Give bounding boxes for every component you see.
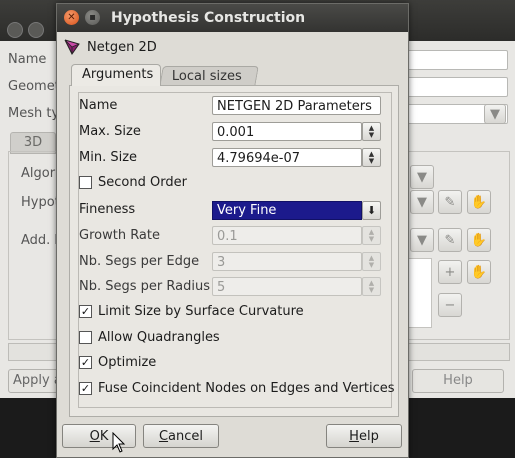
ok-label: K	[99, 429, 109, 444]
parent-mesh-type-dropdown-icon[interactable]: ▼	[484, 104, 506, 124]
growth-rate-label: Growth Rate	[79, 228, 160, 243]
second-order-label: Second Order	[98, 175, 187, 190]
parent-label-geometry: Geomet	[8, 79, 60, 94]
cancel-label: ancel	[168, 429, 204, 444]
parent-new-hypothesis-icon[interactable]: ✋	[467, 190, 491, 214]
name-input[interactable]: NETGEN 2D Parameters	[212, 96, 381, 115]
close-icon[interactable]: ✕	[64, 10, 79, 25]
dialog-titlebar: ✕ ▪ Hypothesis Construction	[57, 4, 408, 32]
tab-arguments[interactable]: Arguments	[71, 64, 161, 86]
min-size-label: Min. Size	[79, 150, 138, 165]
parent-close-icon[interactable]	[7, 22, 23, 38]
parent-geometry-field[interactable]	[400, 77, 508, 97]
parent-new-add-icon[interactable]: ✋	[467, 228, 491, 252]
parent-label-hypothesis: Hypot	[21, 195, 60, 210]
optimize-checkbox[interactable]: ✓ Optimize	[79, 355, 156, 370]
tab-local-sizes-label: Local sizes	[171, 69, 242, 84]
parent-plus-icon[interactable]: +	[438, 260, 462, 284]
dialog-title: Hypothesis Construction	[111, 10, 306, 26]
ok-mnemonic: O	[89, 429, 100, 444]
growth-rate-input[interactable]: 0.1	[212, 226, 362, 245]
parent-label-mesh-type: Mesh ty	[8, 106, 60, 121]
cancel-mnemonic: C	[158, 429, 169, 444]
segs-per-radius-spin-icon[interactable]: ▲ ▼	[362, 277, 381, 296]
fineness-select[interactable]: Very Fine	[212, 201, 362, 220]
fineness-label: Fineness	[79, 202, 136, 217]
allow-quadrangles-box[interactable]	[79, 331, 92, 344]
fuse-nodes-box[interactable]: ✓	[79, 382, 92, 395]
parent-name-field[interactable]	[400, 50, 508, 70]
parent-add-dropdown-icon[interactable]: ▼	[410, 228, 434, 252]
parent-edit-hypothesis-icon[interactable]: ✎	[438, 190, 462, 214]
hypothesis-dialog: ✕ ▪ Hypothesis Construction Netgen 2D Ar…	[56, 3, 409, 458]
segs-per-radius-input[interactable]: 5	[212, 277, 362, 296]
parent-help-button[interactable]: Help	[412, 369, 504, 393]
algorithm-header: Netgen 2D	[63, 38, 157, 56]
allow-quadrangles-label: Allow Quadrangles	[98, 330, 220, 345]
help-label: elp	[358, 429, 379, 444]
fuse-nodes-label: Fuse Coincident Nodes on Edges and Verti…	[98, 381, 395, 396]
second-order-box[interactable]	[79, 176, 92, 189]
limit-size-box[interactable]: ✓	[79, 305, 92, 318]
cancel-button[interactable]: Cancel	[143, 424, 219, 448]
max-size-label: Max. Size	[79, 124, 141, 139]
parent-hand-icon[interactable]: ✋	[467, 260, 491, 284]
min-size-spin-icon[interactable]: ▲ ▼	[362, 148, 381, 167]
algorithm-name: Netgen 2D	[87, 39, 157, 55]
limit-size-label: Limit Size by Surface Curvature	[98, 304, 304, 319]
help-mnemonic: H	[349, 429, 359, 444]
mouse-cursor-icon	[112, 432, 126, 453]
parent-minus-icon[interactable]: −	[438, 293, 462, 317]
optimize-box[interactable]: ✓	[79, 356, 92, 369]
fuse-nodes-checkbox[interactable]: ✓ Fuse Coincident Nodes on Edges and Ver…	[79, 381, 395, 396]
limit-size-checkbox[interactable]: ✓ Limit Size by Surface Curvature	[79, 304, 304, 319]
parent-label-name: Name	[8, 52, 47, 67]
tab-local-sizes[interactable]: Local sizes	[159, 66, 259, 87]
parent-algorithm-dropdown-icon[interactable]: ▼	[410, 165, 434, 189]
help-button[interactable]: Help	[326, 424, 402, 448]
parent-edit-add-icon[interactable]: ✎	[438, 228, 462, 252]
segs-per-edge-input[interactable]: 3	[212, 252, 362, 271]
netgen-icon	[64, 39, 80, 55]
segs-per-edge-label: Nb. Segs per Edge	[79, 254, 200, 269]
min-size-input[interactable]: 4.79694e-07	[212, 148, 362, 167]
second-order-checkbox[interactable]: Second Order	[79, 175, 187, 190]
fineness-dropdown-icon[interactable]: ⬇	[362, 201, 381, 220]
name-label: Name	[79, 98, 118, 113]
max-size-input[interactable]: 0.001	[212, 122, 362, 141]
segs-per-edge-spin-icon[interactable]: ▲ ▼	[362, 252, 381, 271]
allow-quadrangles-checkbox[interactable]: Allow Quadrangles	[79, 330, 220, 345]
max-size-spin-icon[interactable]: ▲ ▼	[362, 122, 381, 141]
parent-label-algorithm: Algori	[21, 166, 59, 181]
minimize-icon[interactable]: ▪	[85, 10, 100, 25]
optimize-label: Optimize	[98, 355, 157, 370]
growth-rate-spin-icon[interactable]: ▲ ▼	[362, 226, 381, 245]
parent-hypothesis-dropdown-icon[interactable]: ▼	[410, 190, 434, 214]
parent-minimize-icon[interactable]	[28, 22, 44, 38]
segs-per-radius-label: Nb. Segs per Radius	[79, 279, 210, 294]
